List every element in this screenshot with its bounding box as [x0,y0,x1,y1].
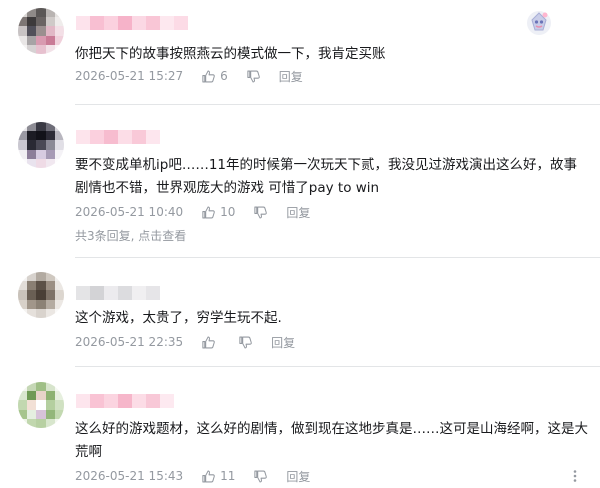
reply-button[interactable]: 回复 [271,334,295,351]
like-button[interactable]: 11 [201,469,235,484]
comment-meta: 2026-05-21 15:27 6 回复 [75,67,303,85]
comment-time: 2026-05-21 22:35 [75,335,184,349]
like-count: 6 [220,69,228,83]
thumbs-down-icon [254,206,268,218]
comment-time: 2026-05-21 10:40 [75,205,184,219]
thumbs-down-icon [247,70,260,82]
comment-meta: 2026-05-21 15:43 11 回复 [75,467,310,485]
avatar[interactable] [18,272,64,318]
comment-meta: 2026-05-21 22:35 回复 [75,333,295,351]
dislike-button[interactable] [238,335,253,350]
comment-text: 要不变成单机ip吧……11年的时候第一次玩天下贰，我没见过游戏演出这么好，故事剧… [75,157,577,196]
like-button[interactable]: 6 [201,69,228,84]
divider [75,366,600,367]
thumbs-down-icon [239,336,252,348]
comment-meta: 2026-05-21 10:40 10 回复 [75,203,310,221]
comment-text: 这个游戏，太贵了，穷学生玩不起. [75,310,282,326]
like-count: 11 [220,469,236,483]
dislike-button[interactable] [246,69,261,84]
comment-text: 这么好的游戏题材，这么好的剧情，做到现在这地步真是……这可是山海经啊，这是大荒啊 [75,421,588,460]
divider [75,104,600,105]
thumbs-up-icon [202,70,215,82]
dislike-button[interactable] [253,205,268,220]
reply-button[interactable]: 回复 [286,468,310,485]
view-replies-link[interactable]: 共3条回复, 点击查看 [75,227,186,244]
fan-badge-icon [527,11,551,35]
username[interactable] [76,16,188,30]
thumbs-up-icon [202,470,215,482]
username[interactable] [76,130,160,144]
avatar[interactable] [18,122,64,168]
like-button[interactable] [201,335,220,350]
like-button[interactable]: 10 [201,205,235,220]
more-icon[interactable] [568,469,582,483]
comment-time: 2026-05-21 15:27 [75,69,184,83]
like-count: 10 [220,205,236,219]
avatar[interactable] [18,8,64,54]
reply-button[interactable]: 回复 [279,68,303,85]
thumbs-down-icon [254,470,268,482]
comment-time: 2026-05-21 15:43 [75,469,184,483]
avatar[interactable] [18,382,64,428]
username[interactable] [76,286,160,300]
dislike-button[interactable] [253,469,268,484]
divider [75,257,600,258]
thumbs-up-icon [202,336,215,348]
username[interactable] [76,394,174,408]
thumbs-up-icon [202,206,215,218]
comment-text: 你把天下的故事按照燕云的模式做一下，我肯定买账 [75,46,386,62]
reply-button[interactable]: 回复 [286,204,310,221]
